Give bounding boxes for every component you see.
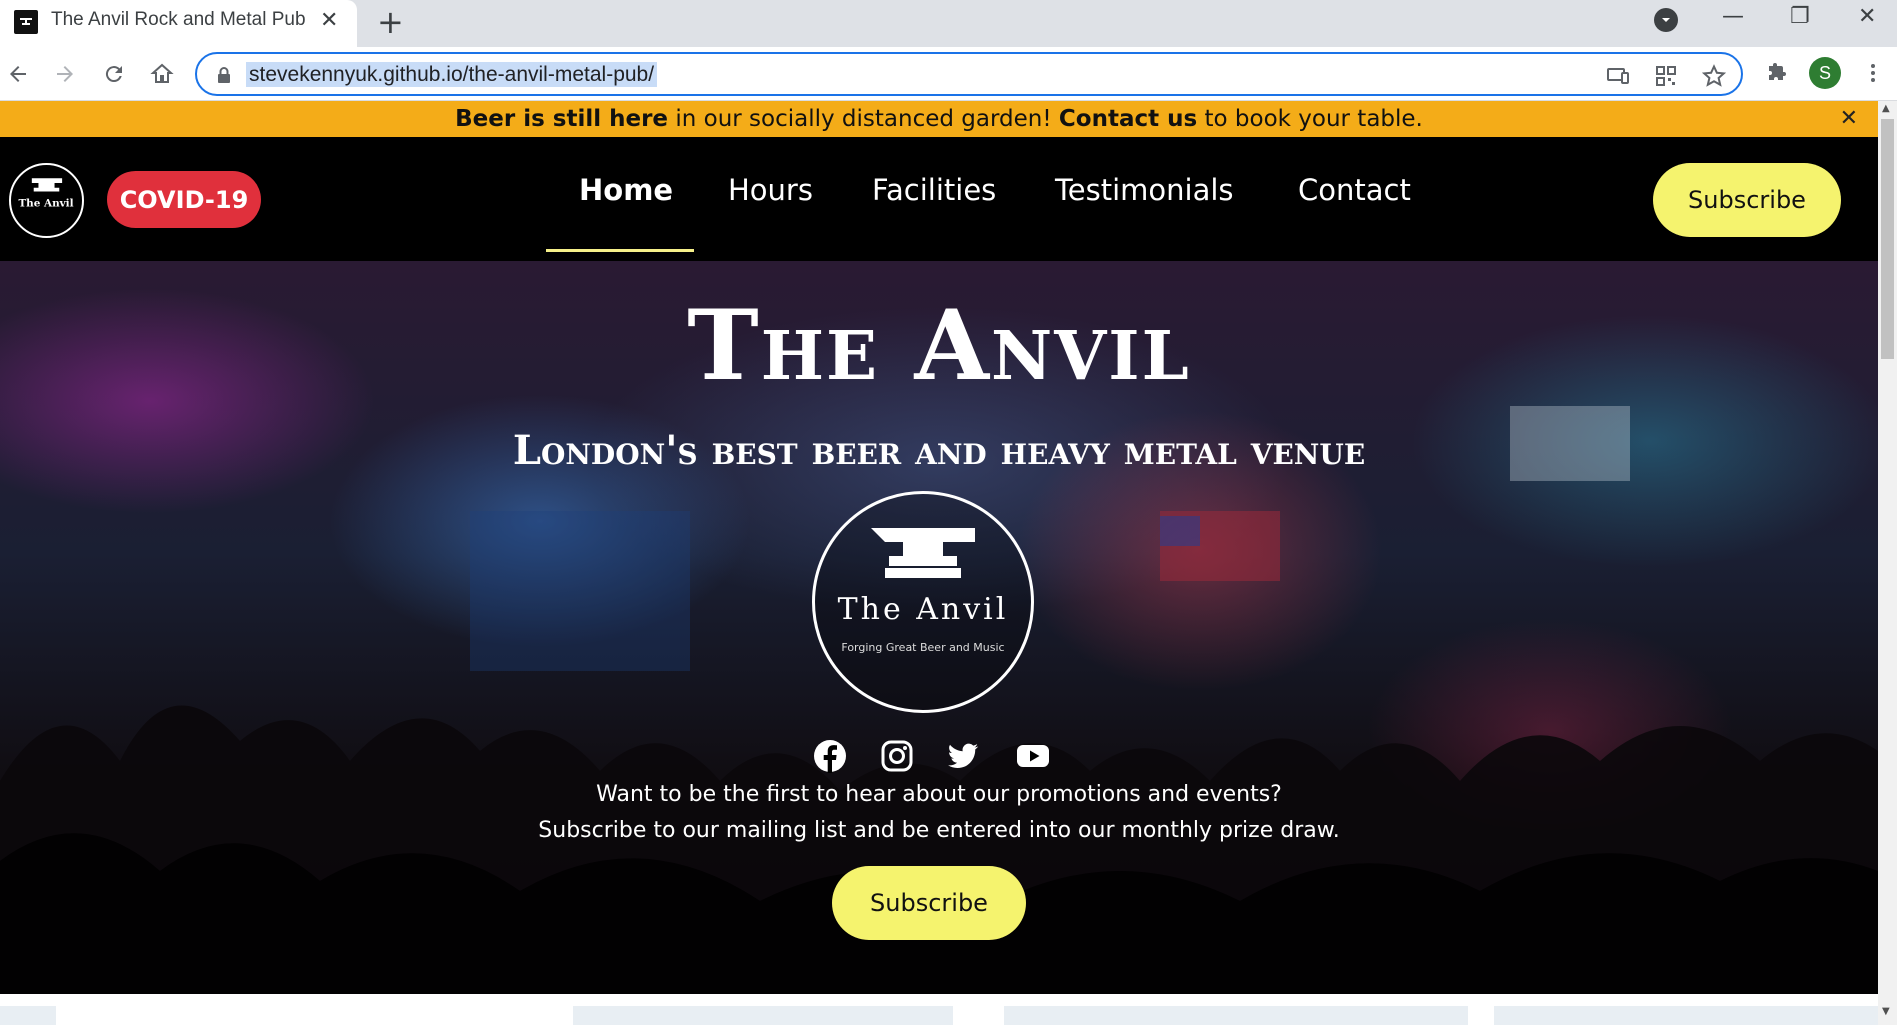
scroll-up-arrow-icon[interactable]: ▲ (1882, 103, 1890, 114)
announcement-bar: Beer is still here in our socially dista… (0, 101, 1878, 137)
nav-link-testimonials[interactable]: Testimonials (1055, 173, 1234, 207)
new-tab-button[interactable]: + (377, 4, 404, 40)
subscribe-button-nav[interactable]: Subscribe (1653, 163, 1841, 237)
section-strip (1004, 1006, 1468, 1025)
subscribe-button-hero[interactable]: Subscribe (832, 866, 1026, 940)
tab-close-icon[interactable]: ✕ (320, 9, 338, 33)
instagram-icon[interactable] (879, 738, 915, 774)
promo-line-1: Want to be the first to hear about our p… (596, 782, 1282, 807)
tab-search-icon[interactable] (1654, 8, 1678, 32)
contact-us-link[interactable]: Contact us (1059, 106, 1197, 132)
twitter-icon[interactable] (945, 738, 981, 774)
section-strip (0, 1006, 56, 1025)
browser-menu-icon[interactable] (1859, 59, 1887, 87)
announcement-close-icon[interactable]: ✕ (1840, 101, 1858, 137)
restore-button[interactable]: ❐ (1790, 4, 1810, 29)
active-nav-underline (546, 249, 694, 252)
forward-icon[interactable] (50, 59, 80, 89)
scroll-down-arrow-icon[interactable]: ▼ (1882, 1006, 1890, 1017)
facebook-icon[interactable] (812, 738, 848, 774)
anvil-icon (871, 528, 975, 578)
scrollbar-thumb[interactable] (1881, 119, 1894, 359)
reload-icon[interactable] (99, 59, 129, 89)
profile-avatar[interactable]: S (1809, 57, 1841, 89)
hero-title: The Anvil (687, 289, 1191, 402)
brand-logo[interactable]: The Anvil (9, 163, 84, 238)
qr-code-icon[interactable] (1654, 64, 1678, 88)
url-text[interactable]: stevekennyuk.github.io/the-anvil-metal-p… (246, 62, 658, 87)
nav-link-contact[interactable]: Contact (1298, 173, 1411, 207)
tab-title: The Anvil Rock and Metal Pub (51, 9, 306, 30)
hero-section: The Anvil London's best beer and heavy m… (0, 261, 1878, 994)
section-strip (573, 1006, 953, 1025)
promo-line-2: Subscribe to our mailing list and be ent… (538, 818, 1340, 843)
hero-logo-tagline: Forging Great Beer and Music (841, 641, 1005, 654)
section-strip (1494, 1006, 1878, 1025)
minimize-button[interactable]: — (1722, 4, 1744, 29)
home-icon[interactable] (147, 59, 177, 89)
window-close-button[interactable]: ✕ (1858, 4, 1876, 29)
hero-subtitle: London's best beer and heavy metal venue (512, 427, 1366, 474)
hero-logo-text: The Anvil (837, 592, 1009, 627)
youtube-icon[interactable] (1015, 738, 1051, 774)
page-scrollbar[interactable]: ▲ ▼ (1878, 101, 1897, 1025)
bookmark-star-icon[interactable] (1702, 64, 1726, 88)
announcement-bold-1[interactable]: Beer is still here (455, 106, 668, 132)
announcement-text-1: in our socially distanced garden! (668, 106, 1059, 132)
extensions-icon[interactable] (1762, 59, 1790, 87)
browser-tab[interactable]: The Anvil Rock and Metal Pub ✕ (0, 0, 357, 47)
anvil-logo-icon: The Anvil (18, 178, 74, 210)
svg-text:The Anvil: The Anvil (18, 198, 73, 210)
next-section-preview (0, 994, 1878, 1025)
browser-toolbar: stevekennyuk.github.io/the-anvil-metal-p… (0, 47, 1897, 101)
page-viewport: Beer is still here in our socially dista… (0, 101, 1878, 1025)
nav-link-home[interactable]: Home (579, 173, 673, 207)
covid-19-button[interactable]: COVID-19 (107, 171, 261, 228)
announcement-text-2: to book your table. (1197, 106, 1423, 132)
browser-tab-strip: The Anvil Rock and Metal Pub ✕ + — ❐ ✕ (0, 0, 1897, 47)
nav-link-facilities[interactable]: Facilities (872, 173, 996, 207)
back-icon[interactable] (3, 59, 33, 89)
lock-icon[interactable] (216, 66, 232, 84)
hero-logo: The Anvil Forging Great Beer and Music (812, 491, 1034, 713)
nav-link-hours[interactable]: Hours (728, 173, 813, 207)
address-bar[interactable]: stevekennyuk.github.io/the-anvil-metal-p… (195, 52, 1743, 96)
cast-icon[interactable] (1606, 64, 1630, 88)
anvil-favicon-icon (14, 10, 38, 34)
site-navbar: The Anvil COVID-19 Home Hours Facilities… (0, 137, 1878, 261)
